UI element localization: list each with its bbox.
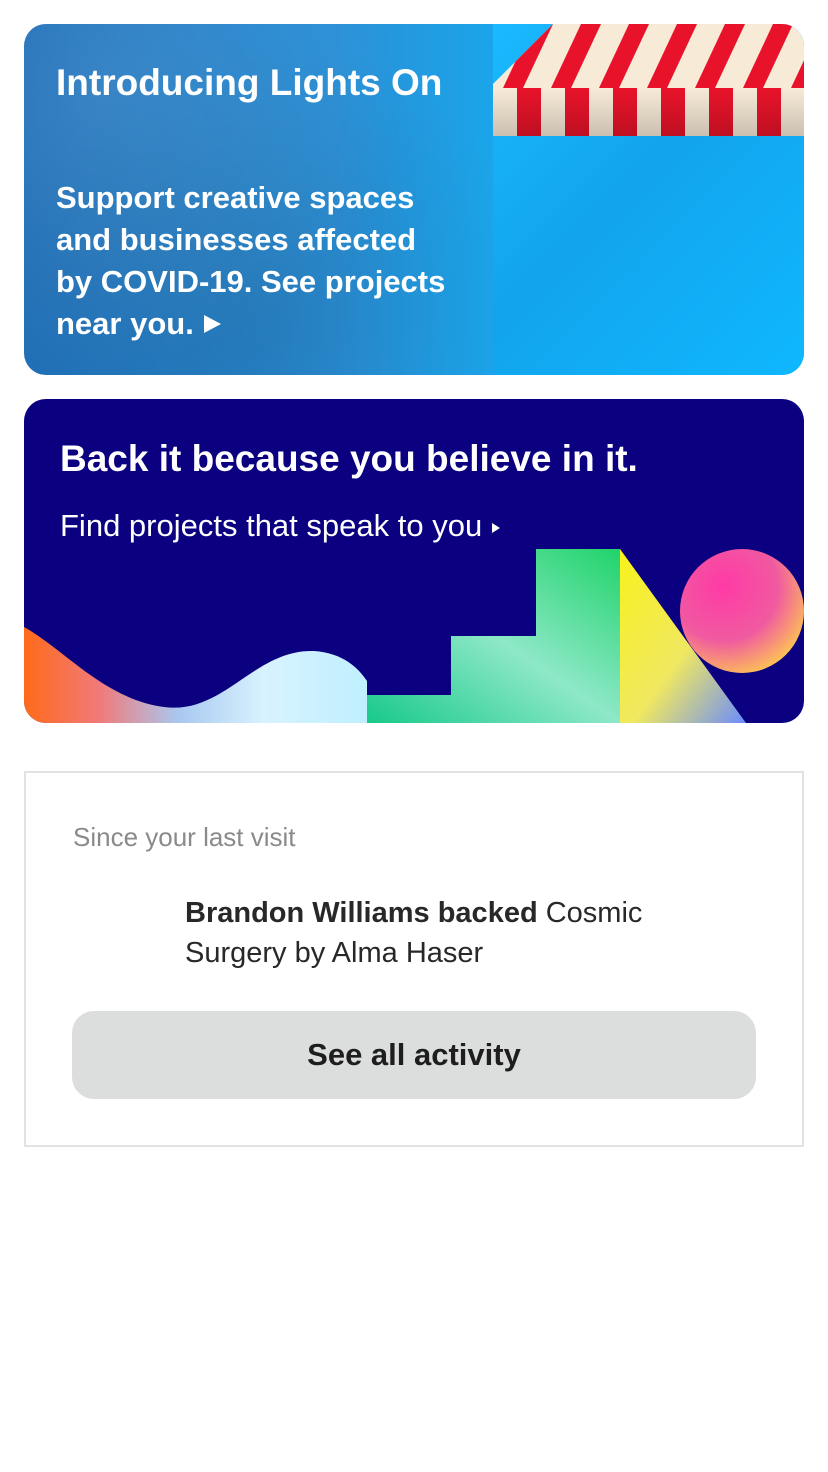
back-it-headline: Back it because you believe in it.	[60, 438, 638, 479]
see-all-activity-button[interactable]: See all activity	[72, 1011, 756, 1099]
back-it-promo-card[interactable]: Back it because you believe in it. Find …	[24, 399, 804, 723]
lights-on-description-text: Support creative spaces and businesses a…	[56, 180, 446, 341]
play-arrow-icon	[203, 315, 221, 333]
lights-on-description[interactable]: Support creative spaces and businesses a…	[56, 177, 446, 345]
activity-entry[interactable]: Brandon Williams backed Cosmic Surgery b…	[185, 893, 705, 973]
small-play-arrow-icon	[492, 523, 501, 533]
since-last-visit-label: Since your last visit	[73, 822, 296, 852]
find-projects-link[interactable]: Find projects that speak to you	[60, 505, 501, 547]
activity-actor-action: Brandon Williams backed	[185, 897, 538, 929]
lights-on-promo-card[interactable]: Introducing Lights On Support creative s…	[24, 24, 804, 375]
awning-illustration	[493, 24, 804, 136]
find-projects-link-text: Find projects that speak to you	[60, 508, 483, 543]
activity-card: Since your last visit Brandon Williams b…	[24, 771, 804, 1147]
lights-on-title: Introducing Lights On	[56, 62, 443, 103]
